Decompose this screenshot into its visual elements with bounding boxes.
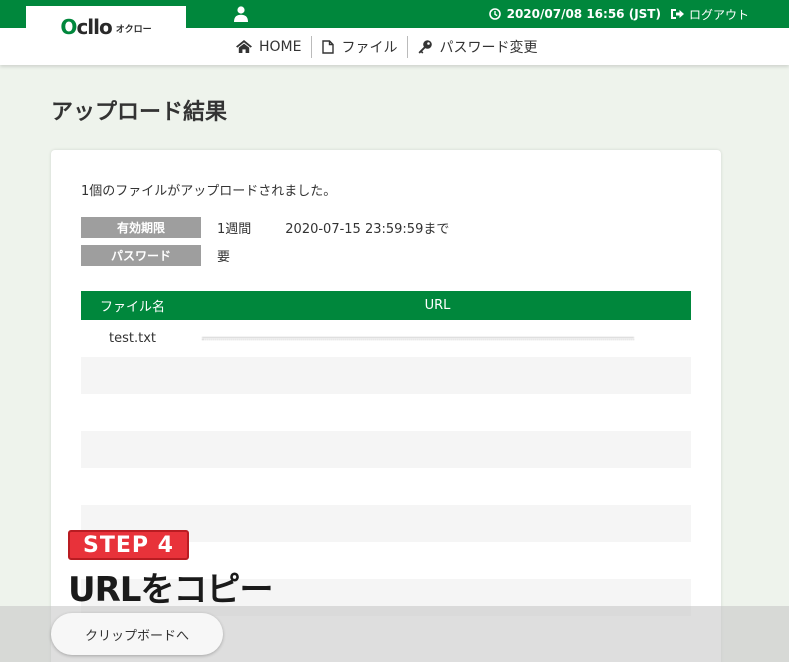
nav-item-home[interactable]: HOME [236, 39, 311, 55]
expiry-value: 1週間 [217, 222, 252, 237]
copy-to-clipboard-button[interactable]: クリップボードへ [51, 613, 223, 655]
file-name: test.txt [109, 331, 156, 346]
key-icon [418, 39, 433, 54]
nav-label-home[interactable]: HOME [259, 39, 301, 55]
nav-label-password[interactable]: パスワード変更 [439, 37, 537, 57]
nav-item-password[interactable]: パスワード変更 [408, 37, 547, 57]
top-right-info: 2020/07/08 16:56 (JST) ログアウト [488, 0, 749, 28]
logout-label[interactable]: ログアウト [689, 6, 749, 23]
main-nav: HOME ファイル パスワード変更 [236, 28, 547, 65]
step-caption: URLをコピー [68, 570, 273, 610]
password-value: 要 [217, 250, 231, 265]
logo-o: O [60, 14, 77, 39]
column-header-url: URL [424, 298, 451, 313]
nav-label-file[interactable]: ファイル [341, 37, 397, 57]
upload-message: 1個のファイルがアップロードされました。 [81, 184, 337, 199]
datetime-text: 2020/07/08 16:56 (JST) [506, 7, 661, 21]
table-row-empty [81, 394, 691, 431]
file-icon [322, 39, 335, 54]
table-header: ファイル名 URL [81, 291, 691, 320]
app-logo[interactable]: Ocllo オクロー [26, 6, 186, 47]
expiry-date: 2020-07-15 23:59:59まで [285, 222, 450, 237]
logout-link[interactable]: ログアウト [670, 6, 749, 23]
logo-text: cllo [76, 14, 112, 39]
logo-subtext: オクロー [115, 25, 152, 35]
table-row: test.txt [81, 320, 691, 357]
logout-icon [670, 9, 684, 19]
home-icon [236, 40, 252, 53]
clock-icon [488, 8, 501, 20]
nav-item-file[interactable]: ファイル [312, 37, 407, 57]
file-url-link[interactable] [202, 337, 634, 340]
column-header-filename: ファイル名 [99, 300, 165, 315]
user-icon[interactable] [234, 6, 248, 22]
expiry-label: 有効期限 [81, 217, 201, 238]
step-badge: STEP 4 [68, 530, 189, 560]
expiry-row: 有効期限 1週間 2020-07-15 23:59:59まで [81, 217, 449, 238]
table-row-empty [81, 431, 691, 468]
table-row-empty [81, 468, 691, 505]
page-title: アップロード結果 [51, 100, 228, 125]
password-label: パスワード [81, 245, 201, 266]
password-row: パスワード 要 [81, 245, 230, 266]
table-row-empty [81, 357, 691, 394]
